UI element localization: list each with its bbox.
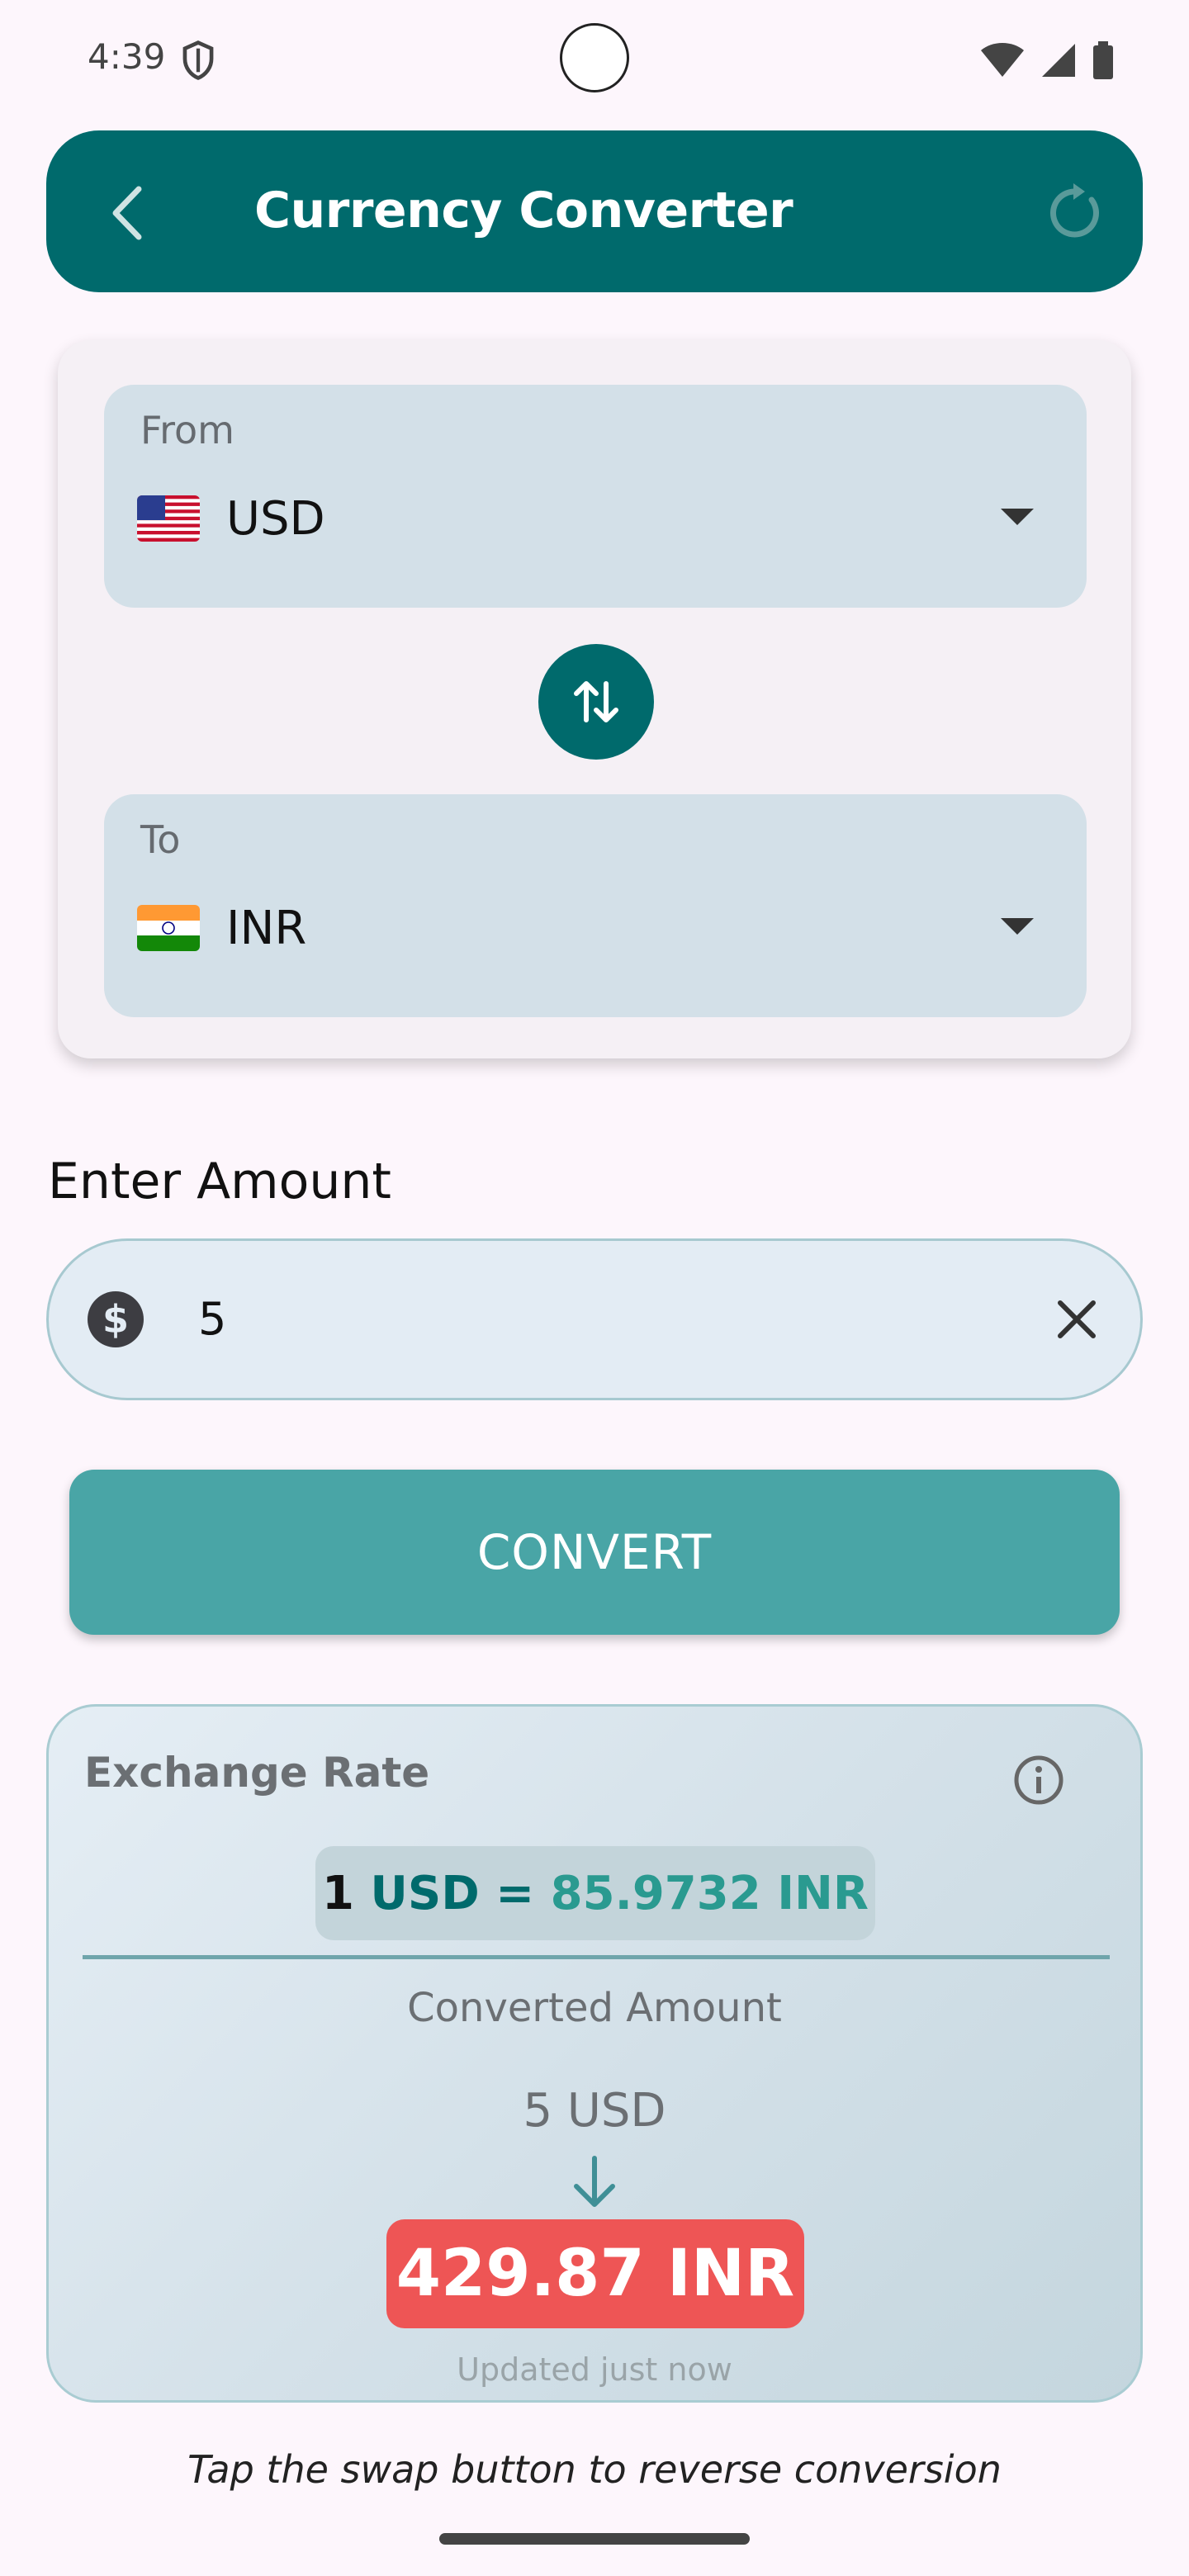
cellular-icon: [1042, 44, 1075, 77]
from-currency-value: USD: [226, 492, 325, 546]
page-title: Currency Converter: [254, 182, 793, 239]
chevron-left-icon: [112, 186, 142, 240]
exchange-rate-chip: 1 USD = 85.9732 INR: [315, 1846, 875, 1940]
refresh-icon: [1050, 183, 1099, 238]
india-flag-icon: [137, 905, 200, 951]
us-flag-icon: [137, 495, 200, 542]
to-label: To: [140, 817, 181, 862]
rate-base-currency: USD =: [370, 1866, 535, 1920]
clear-button[interactable]: [1047, 1290, 1106, 1349]
svg-text:$: $: [102, 1297, 129, 1342]
chevron-down-icon: [1001, 918, 1034, 935]
hint-text: Tap the swap button to reverse conversio…: [187, 2447, 1002, 2492]
updated-timestamp: Updated just now: [457, 2351, 732, 2388]
from-label: From: [140, 408, 234, 452]
divider: [83, 1955, 1110, 1959]
gesture-nav-handle[interactable]: [439, 2533, 750, 2545]
amount-heading: Enter Amount: [48, 1153, 391, 1210]
amount-input[interactable]: [198, 1293, 941, 1345]
from-currency-select[interactable]: From USD: [104, 385, 1087, 608]
close-icon: [1058, 1300, 1096, 1338]
refresh-button[interactable]: [1039, 177, 1111, 249]
converted-amount-label: Converted Amount: [407, 1985, 782, 2031]
to-currency-select[interactable]: To INR: [104, 794, 1087, 1017]
to-currency-value: INR: [226, 902, 307, 955]
wifi-icon: [981, 43, 1024, 77]
dollar-icon: $: [88, 1291, 144, 1347]
shield-icon: [182, 40, 214, 80]
converted-amount-chip: 429.87 INR: [386, 2219, 804, 2328]
back-button[interactable]: [94, 173, 160, 253]
source-amount: 5 USD: [523, 2084, 666, 2138]
swap-button[interactable]: [538, 644, 654, 760]
convert-button[interactable]: CONVERT: [69, 1470, 1120, 1635]
chevron-down-icon: [1001, 509, 1034, 525]
rate-base-amount: 1: [321, 1866, 354, 1920]
status-icons: [979, 41, 1115, 79]
exchange-rate-label: Exchange Rate: [84, 1749, 430, 1797]
swap-vertical-icon: [574, 681, 618, 722]
rate-target-value: 85.9732 INR: [550, 1866, 869, 1920]
info-icon[interactable]: [1012, 1754, 1065, 1807]
status-time: 4:39: [88, 36, 166, 77]
arrow-down-icon: [574, 2156, 615, 2207]
camera-cutout: [560, 23, 629, 92]
battery-icon: [1093, 41, 1113, 79]
